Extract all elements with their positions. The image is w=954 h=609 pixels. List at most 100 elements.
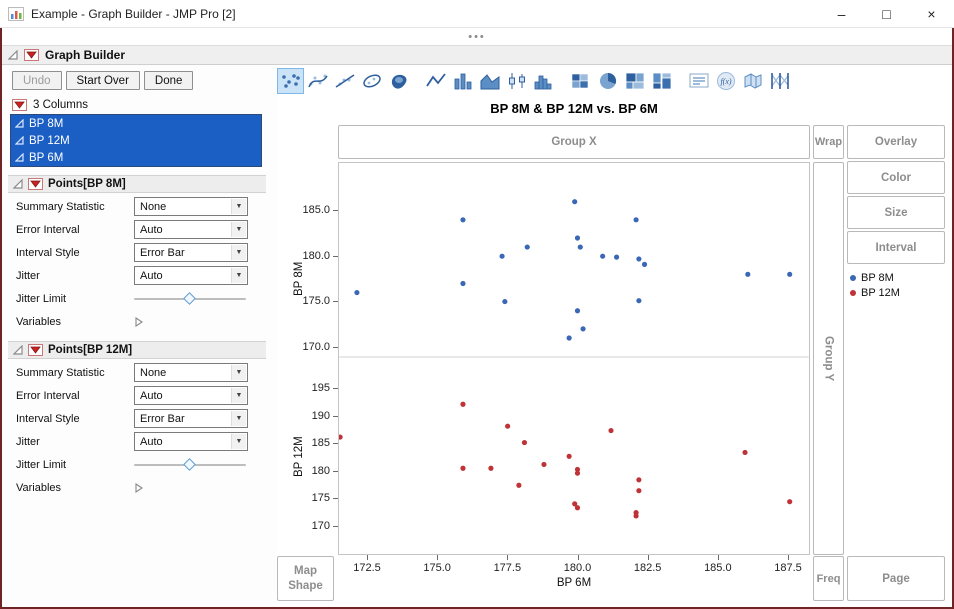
- control-label: Variables: [16, 482, 134, 494]
- control-label: Error Interval: [16, 390, 134, 402]
- drop-zone-page[interactable]: Page: [847, 556, 945, 601]
- interval-style-select[interactable]: Error Bar▼: [134, 243, 248, 262]
- formula-icon[interactable]: f(x): [712, 68, 739, 94]
- drop-zone-size[interactable]: Size: [847, 196, 945, 229]
- x-axis-title: BP 6M: [338, 577, 810, 589]
- drop-zone-map-shape[interactable]: Map Shape: [277, 556, 334, 601]
- maximize-button[interactable]: □: [864, 0, 909, 27]
- parallel-plot-icon[interactable]: [766, 68, 793, 94]
- main-content: Undo Start Over Done 3 Columns BP 8MBP 1…: [2, 65, 952, 607]
- columns-list: BP 8M BP 12M BP 6M: [10, 114, 262, 167]
- drop-zone-wrap[interactable]: Wrap: [813, 125, 844, 159]
- drop-zone-group-y[interactable]: Group Y: [813, 162, 844, 555]
- drop-zone-color[interactable]: Color: [847, 161, 945, 194]
- y-tick-mark: [333, 210, 338, 211]
- chart-title: BP 8M & BP 12M vs. BP 6M: [338, 101, 810, 116]
- interval-style-select[interactable]: Error Bar▼: [134, 409, 248, 428]
- minimize-button[interactable]: –: [819, 0, 864, 27]
- section-header: Points[BP 8M]: [8, 175, 266, 193]
- continuous-column-icon: [15, 136, 24, 145]
- done-button[interactable]: Done: [144, 71, 194, 90]
- ellipse-icon[interactable]: [358, 68, 385, 94]
- control-row: Interval StyleError Bar▼: [2, 241, 277, 264]
- graph-area: f(x) BP 8M & BP 12M vs. BP 6M Group X Wr…: [277, 65, 952, 607]
- disclosure-closed-icon[interactable]: [134, 483, 143, 493]
- element-type-toolbar: f(x): [277, 68, 793, 94]
- y-tick-mark: [333, 471, 338, 472]
- chevron-down-icon: ▼: [231, 411, 246, 426]
- plot-canvas[interactable]: [338, 162, 810, 555]
- jitter-select[interactable]: Auto ▼: [134, 266, 248, 285]
- smoother-icon[interactable]: [304, 68, 331, 94]
- slider-thumb[interactable]: [183, 458, 196, 471]
- select-value: Auto: [140, 270, 163, 282]
- histogram-icon[interactable]: [530, 68, 557, 94]
- x-tick-mark: [788, 555, 789, 560]
- red-triangle-menu-icon[interactable]: [12, 99, 27, 111]
- y-tick-mark: [333, 347, 338, 348]
- app-frame: ••• Graph Builder Undo Start Over Done: [0, 28, 954, 609]
- drop-zone-group-x[interactable]: Group X: [338, 125, 810, 159]
- disclosure-closed-icon[interactable]: [134, 317, 143, 327]
- disclosure-open-icon[interactable]: [13, 179, 23, 189]
- start-over-button[interactable]: Start Over: [66, 71, 140, 90]
- select-value: Auto: [140, 390, 163, 402]
- window-controls: – □ ×: [819, 0, 954, 27]
- select-value: None: [140, 201, 166, 213]
- treemap-icon[interactable]: [621, 68, 648, 94]
- disclosure-open-icon[interactable]: [8, 50, 18, 60]
- undo-button[interactable]: Undo: [12, 71, 62, 90]
- caption-box-icon[interactable]: [685, 68, 712, 94]
- dock-handle[interactable]: •••: [2, 28, 952, 45]
- disclosure-open-icon[interactable]: [13, 345, 23, 355]
- close-button[interactable]: ×: [909, 0, 954, 27]
- bar-icon[interactable]: [449, 68, 476, 94]
- error-interval-select[interactable]: Auto▼: [134, 386, 248, 405]
- slider-thumb[interactable]: [183, 292, 196, 305]
- column-item[interactable]: BP 12M: [11, 132, 261, 149]
- select-value: Error Bar: [140, 247, 185, 259]
- column-label: BP 8M: [29, 118, 63, 130]
- line-icon[interactable]: [422, 68, 449, 94]
- summary-statistic-select[interactable]: None▼: [134, 363, 248, 382]
- x-tick-mark: [367, 555, 368, 560]
- drop-zone-freq[interactable]: Freq: [813, 556, 844, 601]
- control-row: Jitter Auto ▼: [2, 264, 277, 287]
- x-tick-mark: [437, 555, 438, 560]
- jitter-select[interactable]: Auto▼: [134, 432, 248, 451]
- control-label: Jitter Limit: [16, 459, 134, 471]
- summary-statistic-select[interactable]: None▼: [134, 197, 248, 216]
- y-axis-title: BP 8M: [293, 249, 305, 309]
- box-plot-icon[interactable]: [503, 68, 530, 94]
- y-tick-mark: [333, 388, 338, 389]
- red-triangle-menu-icon[interactable]: [28, 344, 43, 356]
- control-label: Error Interval: [16, 224, 134, 236]
- chevron-down-icon: ▼: [231, 268, 246, 283]
- points-icon[interactable]: [277, 68, 304, 94]
- pie-icon[interactable]: [594, 68, 621, 94]
- control-label: Jitter: [16, 270, 134, 282]
- column-item[interactable]: BP 6M: [11, 149, 261, 166]
- select-value: Auto: [140, 224, 163, 236]
- legend-marker-icon: [850, 290, 856, 296]
- control-label: Variables: [16, 316, 134, 328]
- jitter-limit-slider[interactable]: [134, 456, 246, 474]
- jitter-limit-slider[interactable]: [134, 290, 246, 308]
- mosaic-icon[interactable]: [648, 68, 675, 94]
- area-icon[interactable]: [476, 68, 503, 94]
- line-of-fit-icon[interactable]: [331, 68, 358, 94]
- chevron-down-icon: ▼: [231, 365, 246, 380]
- x-tick-label: 185.0: [700, 562, 736, 574]
- contour-icon[interactable]: [385, 68, 412, 94]
- drop-zone-interval[interactable]: Interval: [847, 231, 945, 264]
- svg-text:f(x): f(x): [720, 77, 731, 86]
- error-interval-select[interactable]: Auto▼: [134, 220, 248, 239]
- red-triangle-menu-icon[interactable]: [24, 49, 39, 61]
- column-item[interactable]: BP 8M: [11, 115, 261, 132]
- column-label: BP 12M: [29, 135, 70, 147]
- heatmap-icon[interactable]: [567, 68, 594, 94]
- drop-zone-overlay[interactable]: Overlay: [847, 125, 945, 159]
- y-tick-mark: [333, 443, 338, 444]
- red-triangle-menu-icon[interactable]: [28, 178, 43, 190]
- map-shapes-icon[interactable]: [739, 68, 766, 94]
